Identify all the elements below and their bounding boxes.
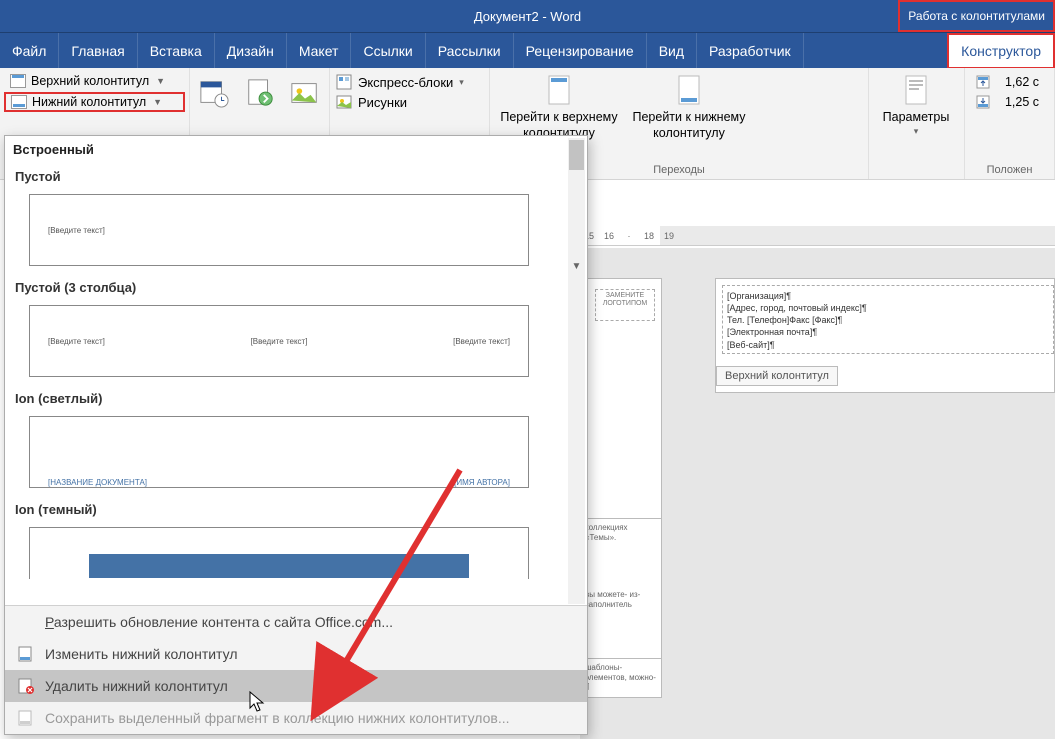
position-group-label: Положен [965, 164, 1054, 176]
online-pictures-button[interactable] [289, 76, 321, 110]
hdr-line: [Адрес, город, почтовый индекс]¶ [727, 302, 1049, 314]
hdr-line: [Организация]¶ [727, 290, 1049, 302]
header-icon [10, 74, 26, 88]
ribbon-tab-strip: Файл Главная Вставка Дизайн Макет Ссылки… [0, 32, 1055, 68]
options-button[interactable]: Параметры ▾ [873, 70, 959, 137]
quick-parts-icon [336, 74, 352, 90]
frag-text: шаблоны- элементов, можно- ¶ [581, 659, 661, 696]
tab-home[interactable]: Главная [59, 33, 137, 68]
logo-placeholder: ЗАМЕНИТЕ ЛОГОТИПОМ [595, 289, 655, 321]
header-dropdown[interactable]: Верхний колонтитул ▼ [4, 72, 185, 90]
doc-title-ph: [НАЗВАНИЕ ДОКУМЕНТА] [48, 478, 147, 487]
blank-icon [17, 613, 35, 631]
tab-header-footer-design[interactable]: Конструктор [947, 33, 1055, 69]
gallery-item-empty-title: Пустой [5, 161, 587, 190]
placeholder-text: [Введите текст] [453, 337, 510, 346]
options-icon [900, 74, 932, 106]
annotation-arrow [320, 460, 500, 725]
gallery-item-empty3[interactable]: [Введите текст] [Введите текст] [Введите… [29, 305, 529, 377]
title-bar: Документ2 - Word Работа с колонтитулами [0, 0, 1055, 32]
goto-footer-label: Перейти к нижнему колонтитулу [626, 110, 752, 141]
gallery-item-empty3-title: Пустой (3 столбца) [5, 272, 587, 301]
header-tag: Верхний колонтитул [716, 366, 838, 386]
ruler-tick: 19 [660, 231, 678, 241]
footer-distance-icon [975, 94, 991, 110]
placeholder-text: [Введите текст] [48, 226, 105, 235]
pictures-label: Рисунки [358, 95, 407, 110]
footer-dropdown[interactable]: Нижний колонтитул ▼ [4, 92, 185, 112]
page-fragment-2: коллекциях «Темы». вы можете- из-заполни… [580, 518, 662, 668]
page-fragment-3: шаблоны- элементов, можно- ¶ [580, 658, 662, 698]
contextual-tab-header: Работа с колонтитулами [898, 0, 1055, 32]
hdr-line: [Электронная почта]¶ [727, 326, 1049, 338]
options-label: Параметры [883, 110, 950, 126]
goto-footer-icon [673, 74, 705, 106]
footer-icon [11, 95, 27, 109]
ribbon-group-options: Параметры ▾ [869, 68, 965, 179]
header-distance-value: 1,62 с [995, 75, 1039, 89]
header-distance-icon [975, 74, 991, 90]
footer-gallery-dropdown: Встроенный Пустой [Введите текст] Пустой… [4, 135, 588, 735]
window-title: Документ2 - Word [474, 9, 581, 24]
ruler-tick: 18 [640, 231, 658, 241]
chevron-down-icon: ▾ [914, 126, 919, 137]
delete-icon [17, 677, 35, 695]
chevron-down-icon: ▼ [156, 76, 165, 86]
chevron-down-icon: ▼ [153, 97, 162, 107]
tab-insert[interactable]: Вставка [138, 33, 215, 68]
frag-text: коллекциях «Темы». [581, 519, 661, 546]
ruler-tick: 16 [600, 231, 618, 241]
goto-header-icon [543, 74, 575, 106]
footer-label: Нижний колонтитул [32, 95, 146, 109]
ruler-tick: · [620, 231, 638, 241]
tab-layout[interactable]: Макет [287, 33, 352, 68]
tab-mailings[interactable]: Рассылки [426, 33, 514, 68]
horizontal-ruler: 15 16 · 18 19 [580, 226, 1055, 246]
tab-review[interactable]: Рецензирование [514, 33, 647, 68]
placeholder-text: [Введите текст] [251, 337, 308, 346]
remove-footer-label: Удалить нижний колонтитул [45, 678, 228, 694]
tab-design[interactable]: Дизайн [215, 33, 287, 68]
gallery-item-ion-light-title: Ion (светлый) [5, 383, 587, 412]
contextual-tab-header-label: Работа с колонтитулами [908, 9, 1045, 23]
gallery-heading-builtin: Встроенный [5, 136, 587, 161]
pictures-button[interactable]: Рисунки [336, 94, 483, 110]
tab-view[interactable]: Вид [647, 33, 697, 68]
frag-text: вы можете- из-заполнитель [581, 586, 661, 613]
edit-footer-label: Изменить нижний колонтитул [45, 646, 238, 662]
page-header-fragment: [Организация]¶ [Адрес, город, почтовый и… [715, 278, 1055, 393]
footer-distance-value: 1,25 с [995, 95, 1039, 109]
placeholder-text: [Введите текст] [48, 337, 105, 346]
scroll-down-arrow[interactable]: ▼ [568, 258, 585, 274]
header-content: [Организация]¶ [Адрес, город, почтовый и… [722, 285, 1054, 354]
tab-references[interactable]: Ссылки [351, 33, 425, 68]
quick-parts-label: Экспресс-блоки [358, 75, 453, 90]
save-icon [17, 709, 35, 727]
hdr-line: Тел. [Телефон]Факс [Факс]¶ [727, 314, 1049, 326]
footer-distance-spinner[interactable]: 1,25 с [975, 94, 1044, 110]
goto-footer-button[interactable]: Перейти к нижнему колонтитулу [624, 70, 754, 179]
ribbon-group-position: 1,62 с 1,25 с Положен [965, 68, 1055, 179]
scroll-thumb[interactable] [569, 140, 584, 170]
date-time-button[interactable] [198, 76, 230, 110]
header-label: Верхний колонтитул [31, 74, 149, 88]
quick-parts-button[interactable]: Экспресс-блоки ▾ [336, 74, 483, 90]
gallery-scrollbar[interactable]: ▲ ▼ [568, 138, 585, 604]
document-area: ЗАМЕНИТЕ ЛОГОТИПОМ коллекциях «Темы». вы… [580, 248, 1055, 739]
header-distance-spinner[interactable]: 1,62 с [975, 74, 1044, 90]
edit-icon [17, 645, 35, 663]
pictures-icon [336, 94, 352, 110]
hdr-line: [Веб-сайт]¶ [727, 339, 1049, 351]
page-left-fragment: ЗАМЕНИТЕ ЛОГОТИПОМ [580, 278, 662, 528]
gallery-item-empty[interactable]: [Введите текст] [29, 194, 529, 266]
chevron-down-icon: ▾ [459, 77, 464, 88]
tab-developer[interactable]: Разработчик [697, 33, 804, 68]
doc-info-button[interactable] [244, 76, 276, 110]
mouse-cursor [248, 690, 268, 714]
tab-file[interactable]: Файл [0, 33, 59, 68]
